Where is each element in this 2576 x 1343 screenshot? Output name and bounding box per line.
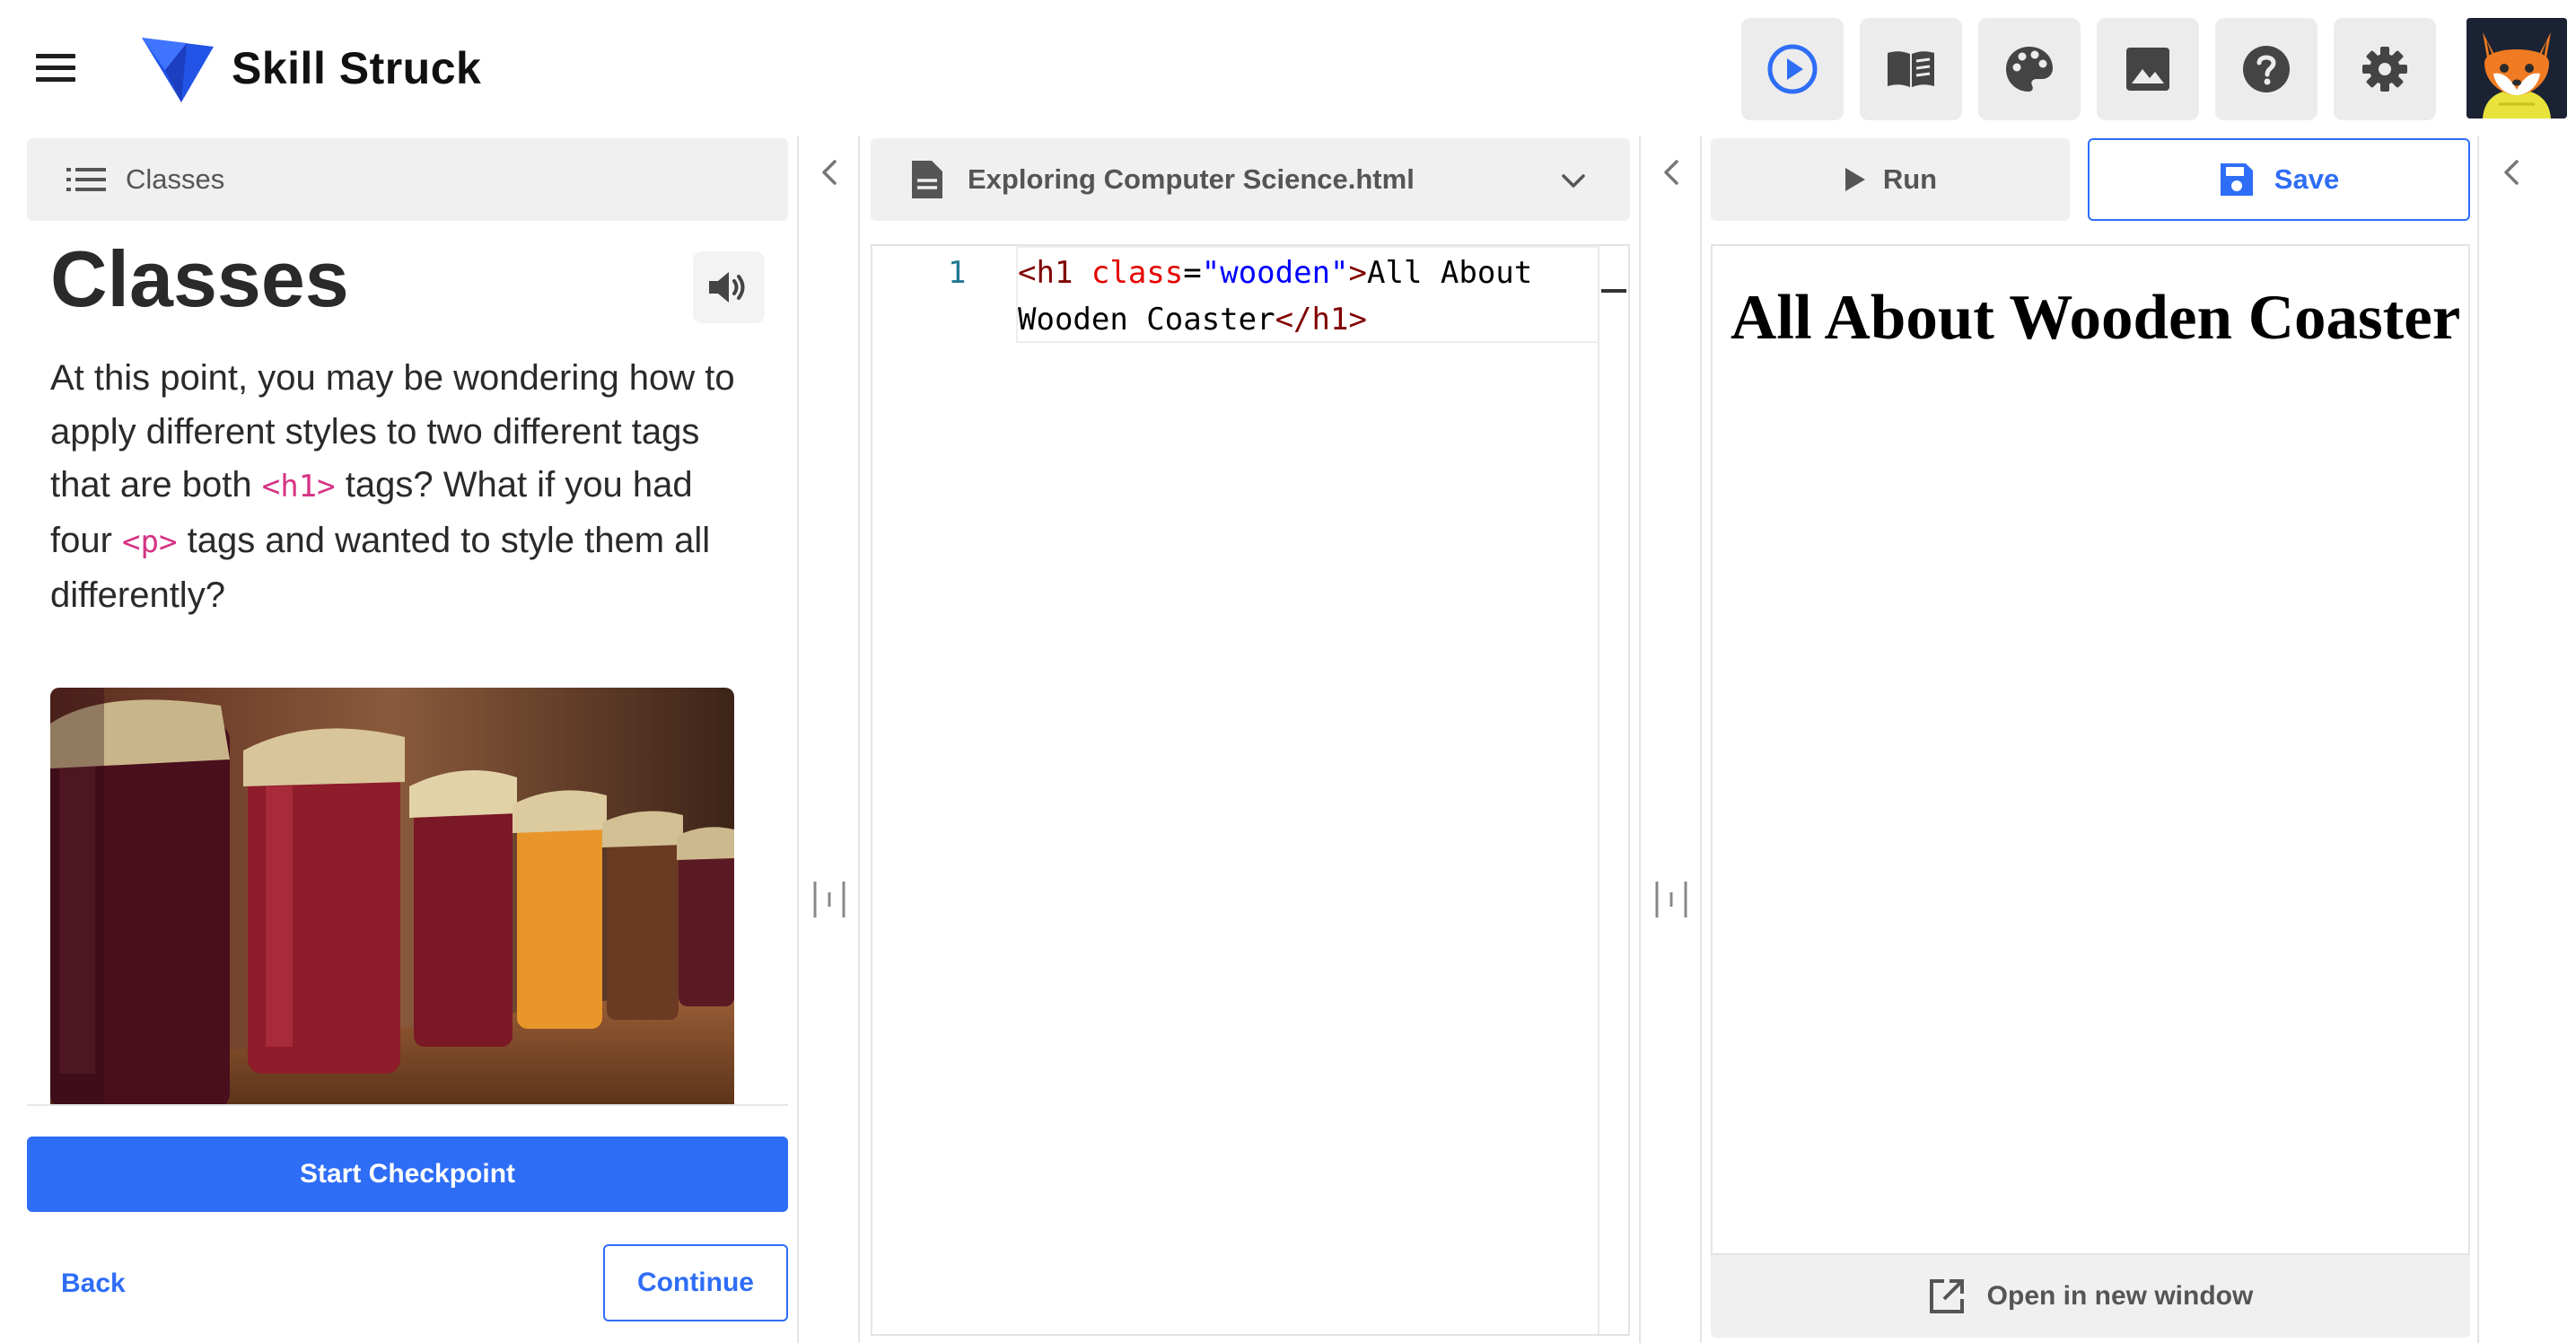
inline-code-h1: <h1> <box>261 469 336 505</box>
open-new-window-label: Open in new window <box>1986 1281 2254 1311</box>
code-token: > <box>1348 302 1367 338</box>
continue-button[interactable]: Continue <box>603 1244 788 1321</box>
run-preview-button[interactable] <box>1741 18 1844 120</box>
panel-divider-right <box>1639 136 1702 1343</box>
code-token: = <box>1183 255 1202 291</box>
fox-avatar-icon <box>2466 18 2567 118</box>
book-icon <box>1888 51 1934 87</box>
resize-handle-icon[interactable] <box>811 873 847 926</box>
hamburger-menu-icon[interactable] <box>36 52 75 84</box>
editor-scrollbar[interactable] <box>1598 246 1599 1334</box>
run-label: Run <box>1882 163 1938 195</box>
lesson-paragraph: At this point, you may be wondering how … <box>50 352 759 623</box>
code-token: h1 <box>1036 255 1073 291</box>
skill-struck-logo <box>142 38 214 102</box>
read-aloud-button[interactable] <box>693 251 765 323</box>
resize-handle-icon[interactable] <box>1653 873 1689 926</box>
palette-icon <box>2006 47 2053 92</box>
list-icon <box>66 168 106 191</box>
back-button[interactable]: Back <box>61 1246 126 1321</box>
collapse-preview-icon[interactable] <box>2497 154 2524 190</box>
reference-book-button[interactable] <box>1860 18 1962 120</box>
images-button[interactable] <box>2097 18 2199 120</box>
code-token: > <box>1348 255 1368 291</box>
code-token: < <box>1018 255 1037 291</box>
lesson-title: Classes <box>50 234 349 323</box>
inline-code-p: <p> <box>122 523 178 560</box>
save-icon <box>2220 163 2253 196</box>
brand-name: Skill Struck <box>232 43 482 93</box>
file-icon <box>912 161 942 198</box>
start-checkpoint-button[interactable]: Start Checkpoint <box>27 1137 788 1212</box>
code-token: class <box>1091 255 1184 291</box>
lesson-content[interactable]: Classes At this point, you may be wonder… <box>27 221 788 1106</box>
theme-button[interactable] <box>1978 18 2081 120</box>
help-icon <box>2243 46 2290 92</box>
line-number: 1 <box>948 255 967 291</box>
app-header: Skill Struck <box>0 0 2576 136</box>
speaker-icon <box>709 272 745 303</box>
code-line[interactable]: <h1 class="wooden">All About Wooden Coas… <box>1018 250 1625 343</box>
settings-button[interactable] <box>2334 18 2436 120</box>
save-button[interactable]: Save <box>2088 138 2470 221</box>
lesson-panel: Classes Classes At this point, you may b… <box>27 136 788 1343</box>
image-icon <box>2126 48 2169 91</box>
lesson-image-jam-jars <box>50 688 734 1104</box>
lesson-tab-label: Classes <box>126 163 225 195</box>
code-token: </ <box>1275 302 1312 338</box>
open-in-new-window-button[interactable]: Open in new window <box>1711 1255 2470 1338</box>
gear-icon <box>2362 47 2407 92</box>
user-avatar[interactable] <box>2466 18 2567 118</box>
preview-heading: All About Wooden Coaster <box>1730 283 2461 353</box>
panel-divider-far-right <box>2477 136 2479 1343</box>
collapse-editor-icon[interactable] <box>1657 154 1684 190</box>
collapse-left-icon[interactable] <box>815 154 842 190</box>
play-circle-icon <box>1767 44 1818 94</box>
code-editor[interactable]: 1 <h1 class="wooden">All About Wooden Co… <box>871 244 1630 1336</box>
help-button[interactable] <box>2215 18 2318 120</box>
editor-scroll-indicator <box>1601 289 1626 293</box>
external-link-icon <box>1929 1279 1964 1313</box>
panel-divider-left <box>797 136 860 1343</box>
lesson-tab[interactable]: Classes <box>27 138 788 221</box>
file-name: Exploring Computer Science.html <box>968 163 1415 195</box>
code-token: h1 <box>1311 302 1349 338</box>
run-button[interactable]: Run <box>1711 138 2070 221</box>
chevron-down-icon[interactable] <box>1558 165 1589 196</box>
file-selector-tab[interactable]: Exploring Computer Science.html <box>871 138 1630 221</box>
save-label: Save <box>2274 163 2340 195</box>
code-token: "wooden" <box>1201 255 1349 291</box>
preview-frame[interactable]: All About Wooden Coaster <box>1711 244 2470 1255</box>
play-icon <box>1844 168 1865 191</box>
